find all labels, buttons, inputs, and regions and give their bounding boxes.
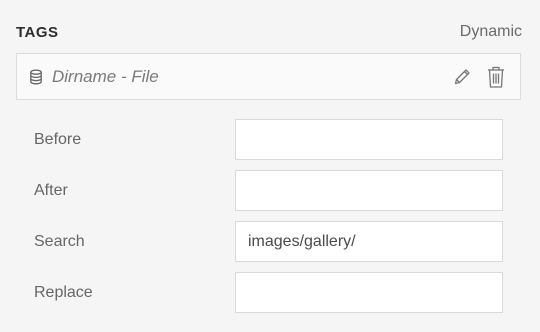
tags-header: TAGS Dynamic xyxy=(16,20,522,44)
section-title: TAGS xyxy=(16,23,59,41)
before-row: Before xyxy=(0,119,540,160)
after-input[interactable] xyxy=(235,170,503,211)
dynamic-source-box: Dirname - File xyxy=(16,53,521,100)
source-actions xyxy=(452,65,506,89)
after-row: After xyxy=(0,170,540,211)
replace-input[interactable] xyxy=(235,272,503,313)
replace-label: Replace xyxy=(34,284,93,301)
replace-row: Replace xyxy=(0,272,540,313)
before-input[interactable] xyxy=(235,119,503,160)
search-label: Search xyxy=(34,233,85,250)
database-icon xyxy=(28,69,44,85)
pencil-icon[interactable] xyxy=(452,67,472,87)
trash-icon[interactable] xyxy=(486,65,506,89)
before-label: Before xyxy=(34,131,82,148)
search-row: Search xyxy=(0,221,540,262)
search-input[interactable] xyxy=(235,221,503,262)
source-label: Dirname - File xyxy=(52,66,159,86)
dynamic-mode-toggle[interactable]: Dynamic xyxy=(460,23,522,41)
after-label: After xyxy=(34,182,68,199)
